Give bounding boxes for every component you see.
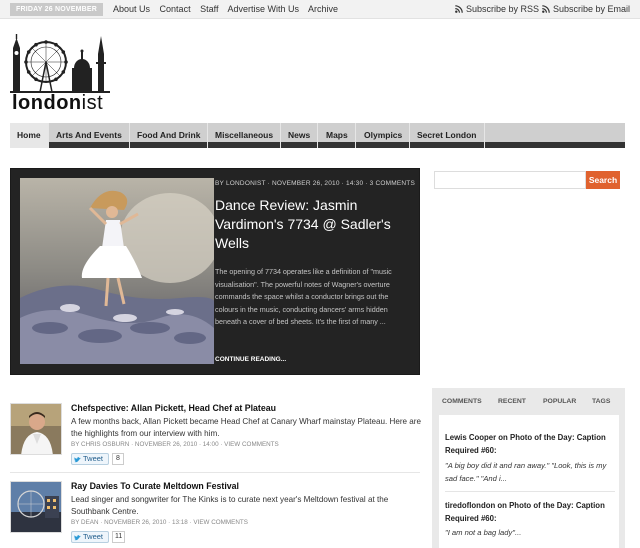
featured-title[interactable]: Dance Review: Jasmin Vardimon's 7734 @ S… bbox=[215, 196, 410, 253]
article-excerpt: A few months back, Allan Pickett became … bbox=[71, 417, 421, 438]
top-bar: FRIDAY 26 NOVEMBER 2010 About Us Contact… bbox=[0, 0, 640, 26]
nav-item-food-and-drink[interactable]: Food And Drink bbox=[130, 123, 209, 148]
twitter-bird-icon bbox=[74, 534, 81, 541]
comments-panel: Lewis Cooper on Photo of the Day: Captio… bbox=[439, 415, 619, 548]
article-thumbnail[interactable] bbox=[10, 403, 62, 455]
main-nav: Home Arts And Events Food And Drink Misc… bbox=[10, 123, 625, 148]
tweet-count: 8 bbox=[112, 453, 124, 465]
featured-image[interactable] bbox=[20, 178, 214, 364]
tweet-button[interactable]: Tweet bbox=[71, 531, 109, 543]
article-thumbnail[interactable] bbox=[10, 481, 62, 533]
tab-tags[interactable]: TAGS bbox=[592, 398, 610, 405]
subscribe-email-link[interactable]: Subscribe by Email bbox=[542, 4, 630, 14]
nav-item-miscellaneous[interactable]: Miscellaneous bbox=[208, 123, 282, 148]
featured-article: BY LONDONIST · NOVEMBER 26, 2010 · 14:30… bbox=[10, 168, 420, 375]
tweet-count: 11 bbox=[112, 531, 126, 543]
article-title[interactable]: Chefspective: Allan Pickett, Head Chef a… bbox=[71, 403, 276, 413]
list-item: Ray Davies To Curate Meltdown Festival L… bbox=[10, 481, 420, 548]
subscribe-rss-label: Subscribe by RSS bbox=[466, 4, 540, 14]
twitter-bird-icon bbox=[74, 456, 81, 463]
tab-recent[interactable]: RECENT bbox=[498, 398, 526, 405]
comment-author: tiredoflondon bbox=[445, 501, 496, 510]
nav-item-secret-london[interactable]: Secret London bbox=[410, 123, 485, 148]
comment-quote: "I am not a bag lady"... bbox=[445, 528, 522, 537]
article-meta: BY DEAN · NOVEMBER 26, 2010 · 13:18 · VI… bbox=[71, 519, 248, 526]
nav-item-home[interactable]: Home bbox=[10, 123, 49, 148]
featured-excerpt: The opening of 7734 operates like a defi… bbox=[215, 267, 392, 326]
tweet-label: Tweet bbox=[83, 532, 104, 541]
comment-heading[interactable]: Lewis Cooper on Photo of the Day: Captio… bbox=[445, 431, 617, 457]
site-logo-text[interactable]: londonist bbox=[12, 92, 103, 115]
continue-reading-link[interactable]: CONTINUE READING... bbox=[215, 356, 286, 363]
top-links: About Us Contact Staff Advertise With Us… bbox=[113, 4, 345, 14]
search-button[interactable]: Search bbox=[586, 171, 620, 189]
article-title[interactable]: Ray Davies To Curate Meltdown Festival bbox=[71, 481, 239, 491]
divider bbox=[10, 472, 420, 473]
comment-heading[interactable]: tiredoflondon on Photo of the Day: Capti… bbox=[445, 499, 617, 525]
nav-item-news[interactable]: News bbox=[281, 123, 319, 148]
article-meta: BY CHRIS OSBURN · NOVEMBER 26, 2010 · 14… bbox=[71, 441, 279, 448]
rss-icon bbox=[542, 5, 550, 13]
sidebar-tab-box: COMMENTS RECENT POPULAR TAGS Lewis Coope… bbox=[432, 388, 625, 548]
about-us-link[interactable]: About Us bbox=[113, 4, 150, 14]
contact-link[interactable]: Contact bbox=[160, 4, 191, 14]
logo-text-light: ist bbox=[81, 92, 104, 114]
nav-item-olympics[interactable]: Olympics bbox=[357, 123, 411, 148]
list-item: Chefspective: Allan Pickett, Head Chef a… bbox=[10, 403, 421, 465]
nav-item-arts-and-events[interactable]: Arts And Events bbox=[49, 123, 130, 148]
advertise-link[interactable]: Advertise With Us bbox=[227, 4, 299, 14]
subscribe-rss-link[interactable]: Subscribe by RSS bbox=[455, 4, 539, 14]
tweet-label: Tweet bbox=[83, 454, 104, 463]
tab-comments[interactable]: COMMENTS bbox=[442, 398, 482, 405]
subscribe-email-label: Subscribe by Email bbox=[553, 4, 631, 14]
tweet-button[interactable]: Tweet bbox=[71, 453, 109, 465]
article-excerpt: Lead singer and songwriter for The Kinks… bbox=[71, 495, 389, 516]
comment-on: on bbox=[498, 433, 508, 442]
search-input[interactable] bbox=[434, 171, 586, 189]
date-badge: FRIDAY 26 NOVEMBER 2010 bbox=[10, 3, 103, 26]
tab-popular[interactable]: POPULAR bbox=[543, 398, 576, 405]
comment-on: on bbox=[497, 501, 507, 510]
nav-item-maps[interactable]: Maps bbox=[319, 123, 356, 148]
sidebar-tabs: COMMENTS RECENT POPULAR TAGS bbox=[432, 388, 625, 415]
featured-meta: BY LONDONIST · NOVEMBER 26, 2010 · 14:30… bbox=[215, 180, 416, 187]
archive-link[interactable]: Archive bbox=[308, 4, 338, 14]
comment-author: Lewis Cooper bbox=[445, 433, 497, 442]
rss-icon bbox=[455, 5, 463, 13]
comment-quote: "A big boy did it and ran away." "Look, … bbox=[445, 461, 607, 483]
comment-divider bbox=[445, 491, 615, 492]
staff-link[interactable]: Staff bbox=[200, 4, 218, 14]
logo-text-bold: london bbox=[12, 92, 82, 114]
